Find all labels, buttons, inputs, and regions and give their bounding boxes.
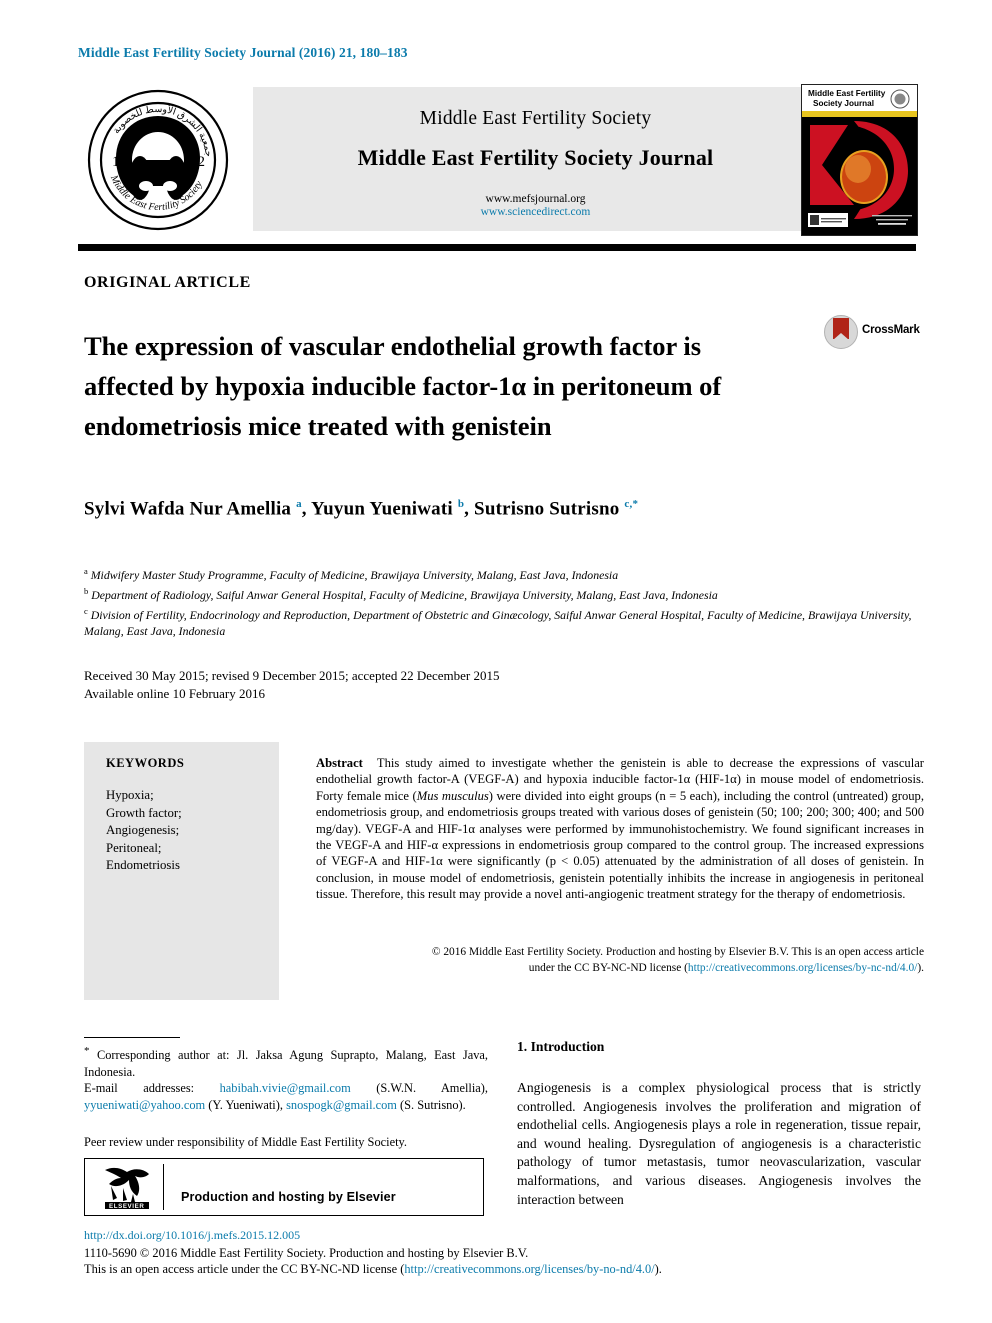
affiliation-text: Division of Fertility, Endocrinology and… xyxy=(84,608,912,639)
masthead-society-name: Middle East Fertility Society xyxy=(419,108,652,129)
author-name: Sylvi Wafda Nur Amellia xyxy=(84,498,297,520)
crossmark-badge[interactable]: CrossMark xyxy=(824,315,920,349)
elsevier-hosting-text: Production and hosting by Elsevier xyxy=(181,1190,396,1204)
author-name: Yuyun Yueniwati xyxy=(310,498,458,520)
license-line: This is an open access article under the… xyxy=(84,1262,662,1277)
email-link[interactable]: snospogk@gmail.com xyxy=(286,1098,397,1112)
peer-review-note: Peer review under responsibility of Midd… xyxy=(84,1135,408,1149)
license-link[interactable]: http://creativecommons.org/licenses/by-n… xyxy=(404,1262,654,1276)
author-separator: , xyxy=(464,498,475,520)
email-addresses-note: E-mail addresses: habibah.vivie@gmail.co… xyxy=(84,1080,488,1113)
email-owner: (S.W.N. Amellia), xyxy=(350,1081,488,1096)
dates-line-1: Received 30 May 2015; revised 9 December… xyxy=(84,668,500,683)
keywords-list: Hypoxia; Growth factor; Angiogenesis; Perit… xyxy=(106,787,182,875)
email-label: E-mail addresses: xyxy=(84,1081,220,1096)
running-head: Middle East Fertility Society Journal (2… xyxy=(78,45,408,60)
crossmark-label: CrossMark xyxy=(862,324,920,336)
article-first-page: Middle East Fertility Society Journal (2… xyxy=(0,0,992,1323)
elsevier-box-divider xyxy=(163,1164,165,1210)
keywords-heading: KEYWORDS xyxy=(106,756,185,770)
svg-text:Society Journal: Society Journal xyxy=(813,99,874,108)
svg-text:Middle East Fertility: Middle East Fertility xyxy=(808,89,886,98)
publication-dates: Received 30 May 2015; revised 9 December… xyxy=(84,667,684,703)
email-owner: (S. Sutrisno). xyxy=(396,1097,466,1112)
keyword-item: Hypoxia; xyxy=(106,788,154,802)
svg-text:ELSEVIER: ELSEVIER xyxy=(109,1203,144,1210)
doi-link[interactable]: http://dx.doi.org/10.1016/j.mefs.2015.12… xyxy=(84,1228,300,1243)
abstract-license-link[interactable]: http://creativecommons.org/licenses/by-n… xyxy=(688,962,917,974)
masthead-center-block: Middle East Fertility Society Middle Eas… xyxy=(253,87,818,231)
affiliation-text: Midwifery Master Study Programme, Facult… xyxy=(87,567,619,582)
author-list: Sylvi Wafda Nur Amellia a, Yuyun Yueniwa… xyxy=(84,498,884,520)
middle-east-fertility-society-logo: 19 92 جمعية الشرق الأوسط للخصوبة Middle … xyxy=(82,86,234,234)
issn-line: 1110-5690 © 2016 Middle East Fertility S… xyxy=(84,1246,529,1260)
sciencedirect-url[interactable]: www.sciencedirect.com xyxy=(253,206,818,218)
elsevier-logo: ELSEVIER xyxy=(101,1164,153,1210)
keyword-item: Growth factor; xyxy=(106,805,182,820)
svg-text:92: 92 xyxy=(190,154,205,170)
email-link[interactable]: habibah.vivie@gmail.com xyxy=(220,1081,351,1095)
abstract-license-post: ). xyxy=(917,961,924,974)
footnote-block: * Corresponding author at: Jl. Jaksa Agu… xyxy=(84,1043,488,1114)
author-separator: , xyxy=(301,498,311,520)
abstract-copyright: © 2016 Middle East Fertility Society. Pr… xyxy=(316,945,924,976)
dates-line-2: Available online 10 February 2016 xyxy=(84,686,265,701)
keyword-item: Peritoneal; xyxy=(106,840,162,855)
affiliation-item: c Division of Fertility, Endocrinology a… xyxy=(84,603,924,639)
email-link[interactable]: yyueniwati@yahoo.com xyxy=(84,1098,205,1112)
section-heading-introduction: 1. Introduction xyxy=(517,1039,605,1054)
author-name: Sutrisno Sutrisno xyxy=(474,498,625,520)
abstract-label: Abstract xyxy=(316,756,363,770)
elsevier-hosting-box: ELSEVIER Production and hosting by Elsev… xyxy=(84,1158,484,1216)
svg-text:19: 19 xyxy=(112,154,127,170)
journal-masthead: 19 92 جمعية الشرق الأوسط للخصوبة Middle … xyxy=(78,84,918,236)
journal-cover-thumbnail: Middle East Fertility Society Journal xyxy=(801,84,918,236)
email-owner: (Y. Yueniwati), xyxy=(205,1097,287,1112)
abstract-body-2: ) were divided into eight groups (n = 5 … xyxy=(316,788,924,902)
abstract-species: Mus musculus xyxy=(416,788,489,803)
affiliation-list: a Midwifery Master Study Programme, Facu… xyxy=(84,563,924,640)
asterisk-icon: * xyxy=(84,1045,90,1057)
affiliation-text: Department of Radiology, Saiful Anwar Ge… xyxy=(88,588,718,603)
abstract-license-pre: under the CC BY-NC-ND license ( xyxy=(528,961,688,974)
article-type-label: ORIGINAL ARTICLE xyxy=(84,274,251,291)
abstract-copyright-line-1: © 2016 Middle East Fertility Society. Pr… xyxy=(431,946,924,958)
keyword-item: Angiogenesis; xyxy=(106,823,180,837)
footnote-divider xyxy=(84,1037,180,1038)
keywords-panel: KEYWORDS Hypoxia; Growth factor; Angiogene… xyxy=(84,742,279,1000)
issn-copyright-block: 1110-5690 © 2016 Middle East Fertility S… xyxy=(84,1245,924,1278)
introduction-paragraph: Angiogenesis is a complex physiological … xyxy=(517,1080,921,1207)
corresponding-author-note: * Corresponding author at: Jl. Jaksa Agu… xyxy=(84,1045,488,1079)
affiliation-item: a Midwifery Master Study Programme, Facu… xyxy=(84,563,924,583)
keyword-item: Endometriosis xyxy=(106,858,180,872)
masthead-divider-rule xyxy=(78,244,916,251)
author-affiliation-mark: c,* xyxy=(624,498,639,510)
affiliation-item: b Department of Radiology, Saiful Anwar … xyxy=(84,583,924,603)
masthead-journal-name: Middle East Fertility Society Journal xyxy=(357,145,714,170)
page-title: The expression of vascular endothelial g… xyxy=(84,330,722,441)
journal-url[interactable]: www.mefsjournal.org xyxy=(253,193,818,205)
crossmark-icon xyxy=(824,315,858,349)
abstract-text: Abstract This study aimed to investigate … xyxy=(316,755,924,903)
